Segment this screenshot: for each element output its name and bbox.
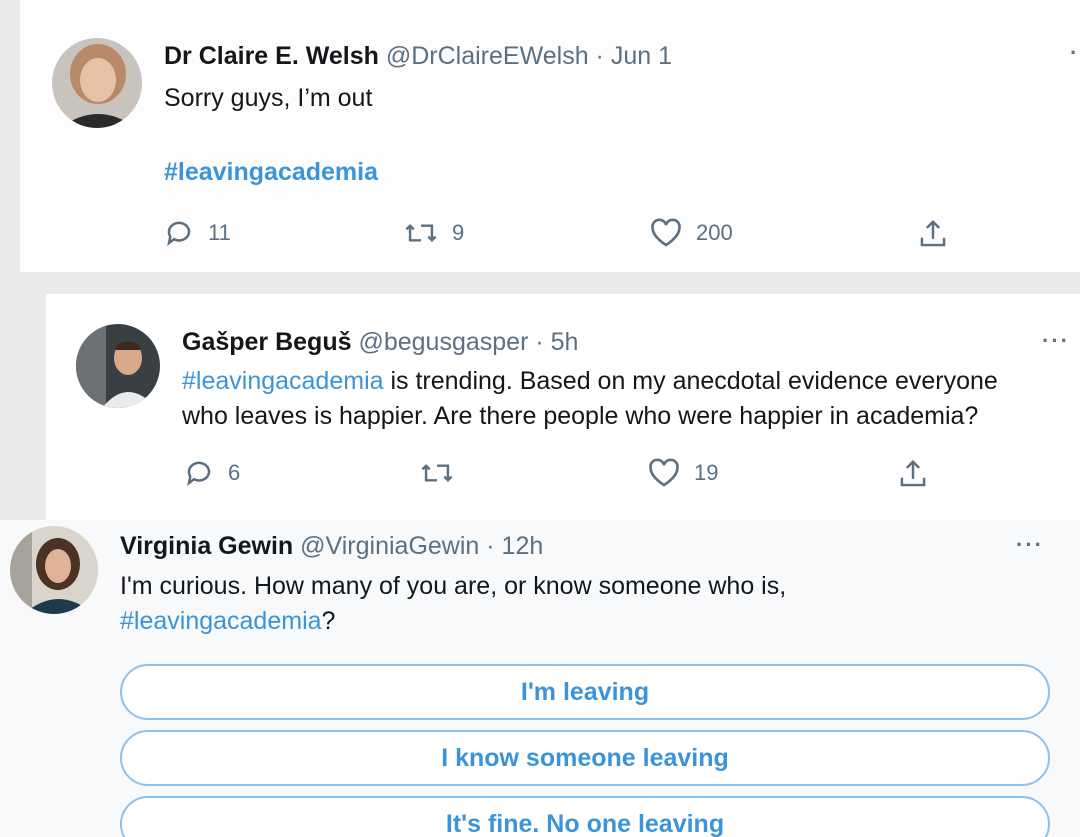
poll-option[interactable]: It's fine. No one leaving — [120, 796, 1050, 837]
handle[interactable]: @DrClaireEWelsh — [386, 42, 589, 70]
hashtag-link[interactable]: #leavingacademia — [120, 607, 322, 635]
avatar[interactable] — [52, 38, 142, 128]
tweet-header: Dr Claire E. Welsh @DrClaireEWelsh · Jun… — [164, 42, 672, 71]
avatar[interactable] — [10, 526, 98, 614]
tweet-text: #leavingacademia is trending. Based on m… — [182, 364, 1072, 434]
tweet-card-claire[interactable]: Dr Claire E. Welsh @DrClaireEWelsh · Jun… — [20, 0, 1080, 272]
display-name[interactable]: Virginia Gewin — [120, 532, 293, 560]
like-button[interactable]: 19 — [648, 458, 718, 488]
tweet-text-line2: who leaves is happier. Are there people … — [182, 402, 979, 430]
display-name[interactable]: Gašper Beguš — [182, 328, 352, 356]
tweet-header: Virginia Gewin @VirginiaGewin · 12h — [120, 532, 543, 561]
retweet-icon — [405, 223, 437, 243]
retweet-button[interactable]: 9 — [404, 218, 464, 248]
avatar[interactable] — [76, 324, 160, 408]
tweet-text-part: is trending. Based on my anecdotal evide… — [383, 367, 998, 395]
reply-button[interactable]: 11 — [164, 218, 231, 248]
tweet-text-part: ? — [321, 607, 336, 635]
retweet-icon — [421, 463, 453, 483]
more-icon[interactable]: ··· — [1042, 328, 1070, 354]
like-button[interactable]: 200 — [650, 218, 733, 248]
reply-button[interactable]: 6 — [184, 458, 240, 488]
tweet-text: Sorry guys, I’m out — [164, 84, 373, 112]
more-icon[interactable]: ··· — [1016, 532, 1044, 558]
tweet-card-gasper[interactable]: Gašper Beguš @begusgasper · 5h ··· #leav… — [46, 294, 1080, 520]
avatar-image — [10, 526, 98, 614]
share-icon — [920, 219, 946, 247]
hashtag-link[interactable]: #leavingacademia — [182, 367, 384, 395]
retweet-button[interactable] — [420, 458, 468, 488]
timestamp[interactable]: · 12h — [486, 532, 543, 560]
display-name[interactable]: Dr Claire E. Welsh — [164, 42, 379, 70]
heart-icon — [649, 458, 679, 487]
share-button[interactable] — [918, 218, 948, 250]
poll-option[interactable]: I know someone leaving — [120, 730, 1050, 786]
heart-icon — [651, 218, 681, 247]
more-icon[interactable]: · — [1070, 40, 1079, 66]
handle[interactable]: @begusgasper — [358, 328, 528, 356]
retweet-count: 9 — [452, 220, 465, 245]
tweet-text: I'm curious. How many of you are, or kno… — [120, 569, 1050, 639]
share-button[interactable] — [898, 458, 928, 490]
share-icon — [900, 459, 926, 487]
avatar-image — [76, 324, 160, 408]
reply-icon — [167, 221, 191, 246]
avatar-image — [52, 38, 142, 128]
reply-count: 11 — [208, 220, 231, 245]
reply-icon — [187, 461, 211, 486]
tweet-text-line1: I'm curious. How many of you are, or kno… — [120, 572, 787, 600]
reply-count: 6 — [228, 460, 241, 485]
like-count: 19 — [694, 460, 719, 485]
tweet-header: Gašper Beguš @begusgasper · 5h — [182, 328, 578, 357]
like-count: 200 — [696, 220, 733, 245]
handle[interactable]: @VirginiaGewin — [300, 532, 479, 560]
poll-option[interactable]: I'm leaving — [120, 664, 1050, 720]
timestamp[interactable]: · 5h — [535, 328, 578, 356]
tweet-card-virginia[interactable]: Virginia Gewin @VirginiaGewin · 12h ··· … — [0, 520, 1080, 837]
timestamp[interactable]: · Jun 1 — [596, 42, 672, 70]
hashtag-link[interactable]: #leavingacademia — [164, 158, 378, 187]
